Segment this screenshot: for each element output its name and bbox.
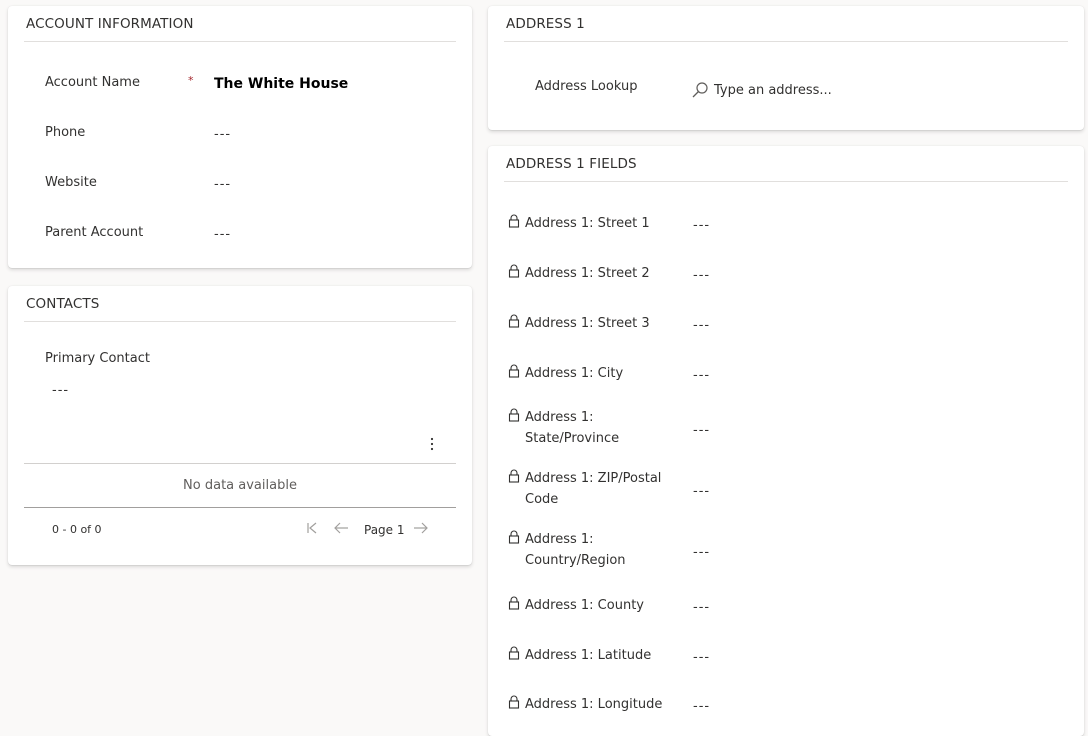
address1-fields-section: ADDRESS 1 FIELDS Address 1: Street 1 ---… bbox=[488, 146, 1084, 736]
lock-icon bbox=[508, 469, 520, 483]
address1-state-value[interactable]: --- bbox=[693, 423, 710, 438]
address1-city-label: Address 1: City bbox=[525, 366, 624, 381]
lock-icon bbox=[508, 646, 520, 660]
required-marker: * bbox=[188, 74, 194, 87]
section-divider bbox=[24, 41, 456, 42]
address1-latitude-label: Address 1: Latitude bbox=[525, 648, 652, 663]
contacts-section: CONTACTS Primary Contact --- No data ava… bbox=[8, 286, 472, 565]
address1-street2-value[interactable]: --- bbox=[693, 268, 710, 283]
search-icon bbox=[691, 81, 709, 103]
address-lookup-input[interactable]: Type an address... bbox=[691, 78, 1051, 102]
next-page-icon[interactable] bbox=[413, 520, 429, 539]
address1-state-label: Address 1: State/Province bbox=[525, 410, 620, 446]
section-title: CONTACTS bbox=[26, 296, 100, 312]
lock-icon bbox=[508, 408, 520, 422]
parent-account-label: Parent Account bbox=[45, 225, 144, 240]
section-divider bbox=[504, 181, 1068, 182]
grid-top-border bbox=[24, 463, 456, 464]
account-name-value[interactable]: The White House bbox=[214, 76, 348, 92]
address1-street1-label: Address 1: Street 1 bbox=[525, 216, 650, 231]
address1-country-label: Address 1: Country/Region bbox=[525, 532, 626, 568]
address1-street2-label: Address 1: Street 2 bbox=[525, 266, 650, 281]
primary-contact-label: Primary Contact bbox=[45, 351, 150, 366]
lock-icon bbox=[508, 314, 520, 328]
section-divider bbox=[504, 41, 1068, 42]
empty-grid-message: No data available bbox=[183, 478, 297, 493]
address1-street3-value[interactable]: --- bbox=[693, 318, 710, 333]
lock-icon bbox=[508, 264, 520, 278]
first-page-icon[interactable] bbox=[305, 520, 319, 539]
primary-contact-value[interactable]: --- bbox=[52, 383, 69, 398]
lock-icon bbox=[508, 695, 520, 709]
phone-label: Phone bbox=[45, 125, 86, 140]
parent-account-value[interactable]: --- bbox=[214, 227, 231, 242]
address1-city-value[interactable]: --- bbox=[693, 368, 710, 383]
address1-latitude-value[interactable]: --- bbox=[693, 650, 710, 665]
address1-longitude-value[interactable]: --- bbox=[693, 699, 710, 714]
section-title: ADDRESS 1 FIELDS bbox=[506, 156, 637, 172]
lock-icon bbox=[508, 596, 520, 610]
address1-country-value[interactable]: --- bbox=[693, 545, 710, 560]
address-lookup-label: Address Lookup bbox=[535, 79, 638, 94]
lock-icon bbox=[508, 364, 520, 378]
address1-longitude-label: Address 1: Longitude bbox=[525, 697, 663, 712]
address1-zip-label: Address 1: ZIP/Postal Code bbox=[525, 471, 662, 507]
website-value[interactable]: --- bbox=[214, 177, 231, 192]
address1-street1-value[interactable]: --- bbox=[693, 218, 710, 233]
address1-county-value[interactable]: --- bbox=[693, 600, 710, 615]
address-lookup-placeholder: Type an address... bbox=[714, 83, 832, 98]
address1-county-label: Address 1: County bbox=[525, 598, 644, 613]
lock-icon bbox=[508, 530, 520, 544]
section-title: ADDRESS 1 bbox=[506, 16, 585, 32]
section-divider bbox=[24, 321, 456, 322]
page-label: Page 1 bbox=[364, 523, 405, 537]
lock-icon bbox=[508, 214, 520, 228]
address1-section: ADDRESS 1 Address Lookup Type an address… bbox=[488, 6, 1084, 130]
account-name-label: Account Name bbox=[45, 75, 140, 90]
record-count: 0 - 0 of 0 bbox=[52, 523, 102, 536]
more-vertical-icon[interactable] bbox=[426, 436, 438, 452]
website-label: Website bbox=[45, 175, 97, 190]
address1-street3-label: Address 1: Street 3 bbox=[525, 316, 650, 331]
previous-page-icon[interactable] bbox=[333, 520, 349, 539]
grid-bottom-border bbox=[24, 507, 456, 508]
account-information-section: ACCOUNT INFORMATION Account Name * The W… bbox=[8, 6, 472, 268]
section-title: ACCOUNT INFORMATION bbox=[26, 16, 194, 32]
address1-zip-value[interactable]: --- bbox=[693, 484, 710, 499]
phone-value[interactable]: --- bbox=[214, 127, 231, 142]
